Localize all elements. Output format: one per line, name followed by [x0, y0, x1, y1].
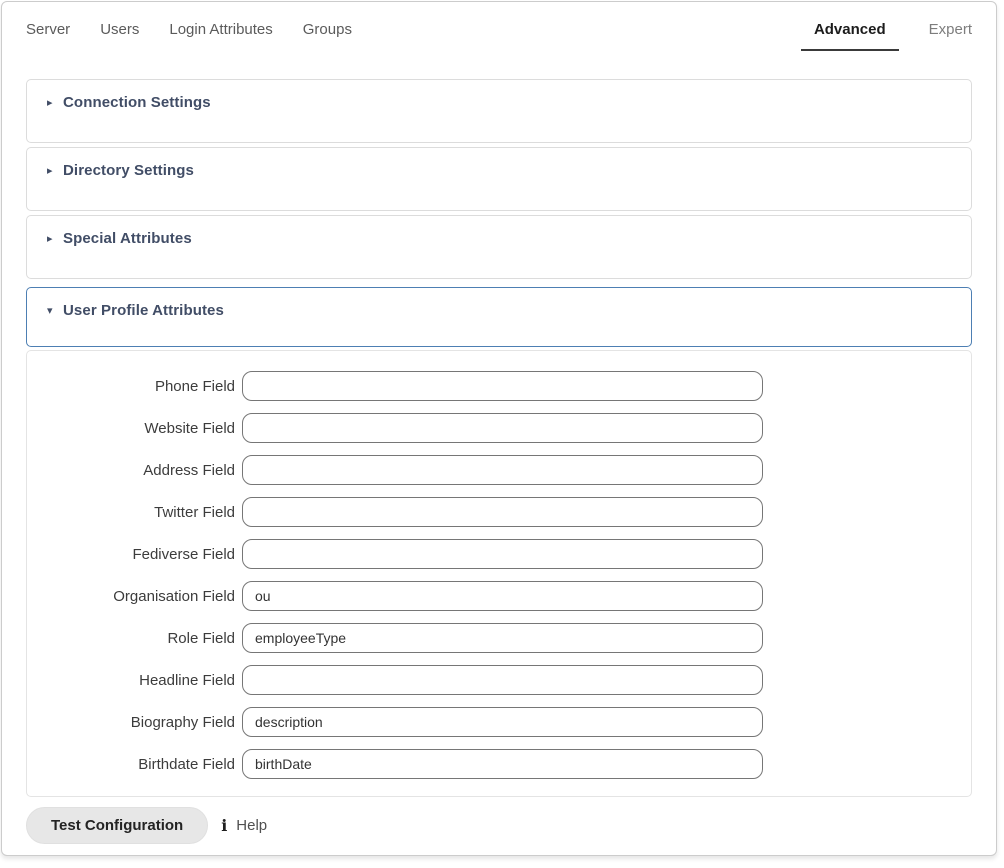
field-input-address-field[interactable]	[242, 455, 763, 485]
section-content-user-profile-attributes: Phone Field Website Field Address Field Twi…	[26, 350, 972, 797]
help-link[interactable]: i Help	[221, 817, 267, 834]
triangle-down-icon: ▾	[47, 304, 63, 317]
ldap-settings-panel: Server Users Login Attributes Groups Advanc…	[1, 1, 997, 856]
help-label: Help	[236, 817, 267, 834]
form-row: Fediverse Field	[27, 539, 971, 569]
info-icon: i	[221, 818, 227, 834]
footer: Test Configuration i Help	[26, 807, 972, 844]
field-input-role-field[interactable]	[242, 623, 763, 653]
field-label-birthdate-field: Birthdate Field	[27, 756, 242, 773]
field-label-fediverse-field: Fediverse Field	[27, 546, 242, 563]
field-input-biography-field[interactable]	[242, 707, 763, 737]
section-title: Special Attributes	[63, 230, 192, 247]
field-label-biography-field: Biography Field	[27, 714, 242, 731]
tab-server[interactable]: Server	[26, 20, 70, 40]
tab-group-right: Advanced Expert	[801, 20, 972, 51]
form-row: Biography Field	[27, 707, 971, 737]
field-input-phone-field[interactable]	[242, 371, 763, 401]
tab-advanced[interactable]: Advanced	[801, 20, 899, 51]
field-input-headline-field[interactable]	[242, 665, 763, 695]
field-input-website-field[interactable]	[242, 413, 763, 443]
tab-login-attributes[interactable]: Login Attributes	[169, 20, 272, 40]
tab-users[interactable]: Users	[100, 20, 139, 40]
section-header-directory-settings[interactable]: ▸Directory Settings	[26, 147, 972, 211]
triangle-right-icon: ▸	[47, 164, 63, 177]
form-row: Organisation Field	[27, 581, 971, 611]
tab-expert[interactable]: Expert	[929, 20, 972, 40]
field-input-fediverse-field[interactable]	[242, 539, 763, 569]
form-row: Website Field	[27, 413, 971, 443]
form-row: Birthdate Field	[27, 749, 971, 779]
field-label-address-field: Address Field	[27, 462, 242, 479]
form-row: Phone Field	[27, 371, 971, 401]
form-row: Twitter Field	[27, 497, 971, 527]
section-title: Connection Settings	[63, 94, 211, 111]
form-row: Address Field	[27, 455, 971, 485]
field-label-website-field: Website Field	[27, 420, 242, 437]
field-label-headline-field: Headline Field	[27, 672, 242, 689]
section-header-connection-settings[interactable]: ▸Connection Settings	[26, 79, 972, 143]
section-header-special-attributes[interactable]: ▸Special Attributes	[26, 215, 972, 279]
section-title: User Profile Attributes	[63, 302, 224, 319]
field-input-birthdate-field[interactable]	[242, 749, 763, 779]
tab-bar: Server Users Login Attributes Groups Advanc…	[26, 20, 972, 51]
tab-groups[interactable]: Groups	[303, 20, 352, 40]
field-label-role-field: Role Field	[27, 630, 242, 647]
field-label-twitter-field: Twitter Field	[27, 504, 242, 521]
section-header-user-profile-attributes[interactable]: ▾User Profile Attributes	[26, 287, 972, 347]
field-input-twitter-field[interactable]	[242, 497, 763, 527]
form-row: Headline Field	[27, 665, 971, 695]
sections-container: ▸Connection Settings▸Directory Settings▸…	[26, 79, 972, 797]
form-row: Role Field	[27, 623, 971, 653]
test-configuration-button[interactable]: Test Configuration	[26, 807, 208, 844]
section-title: Directory Settings	[63, 162, 194, 179]
field-input-organisation-field[interactable]	[242, 581, 763, 611]
triangle-right-icon: ▸	[47, 232, 63, 245]
field-label-phone-field: Phone Field	[27, 378, 242, 395]
field-label-organisation-field: Organisation Field	[27, 588, 242, 605]
tab-group-left: Server Users Login Attributes Groups	[26, 20, 352, 40]
triangle-right-icon: ▸	[47, 96, 63, 109]
